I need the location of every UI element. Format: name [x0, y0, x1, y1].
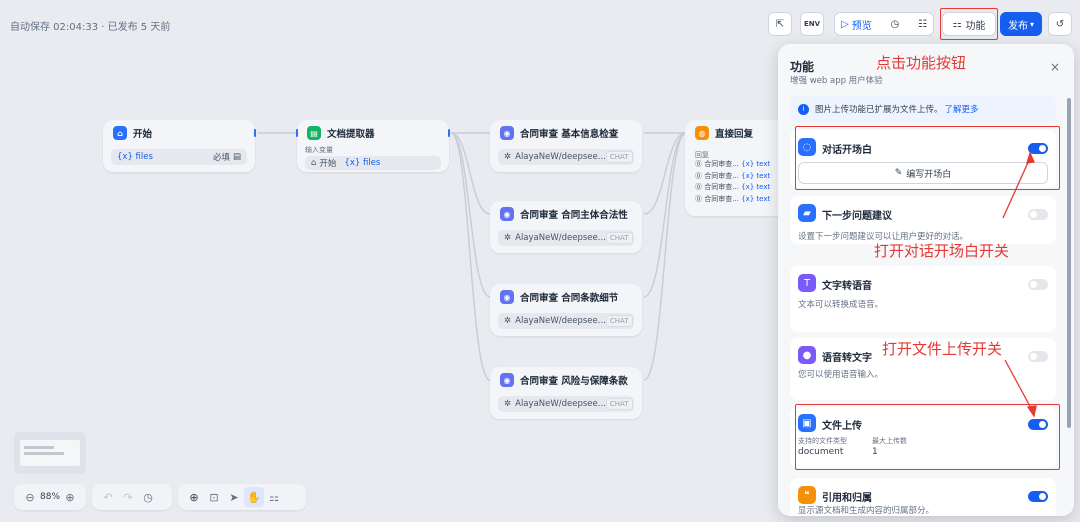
- annotation-open-upload: 打开文件上传开关: [882, 340, 1003, 358]
- annotation-open-opener: 打开对话开场白开关: [874, 242, 1010, 260]
- annotation-click-feature: 点击功能按钮: [876, 54, 967, 72]
- annotation-arrows: [1002, 151, 1037, 418]
